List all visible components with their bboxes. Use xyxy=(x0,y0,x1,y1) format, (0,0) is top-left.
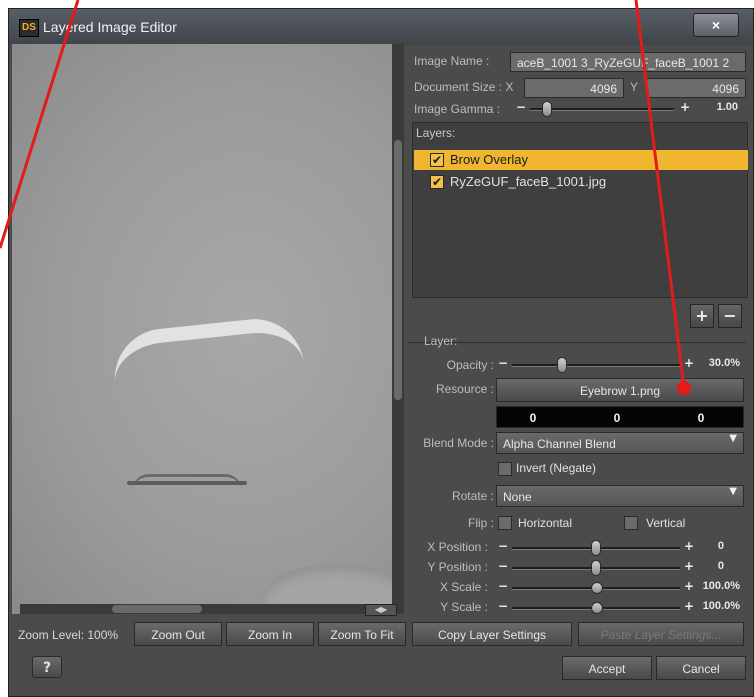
annotation-overlay xyxy=(0,0,691,395)
annotation-dot xyxy=(677,381,691,395)
annotation-line-left xyxy=(0,0,80,249)
annotation-line-right xyxy=(634,0,686,389)
